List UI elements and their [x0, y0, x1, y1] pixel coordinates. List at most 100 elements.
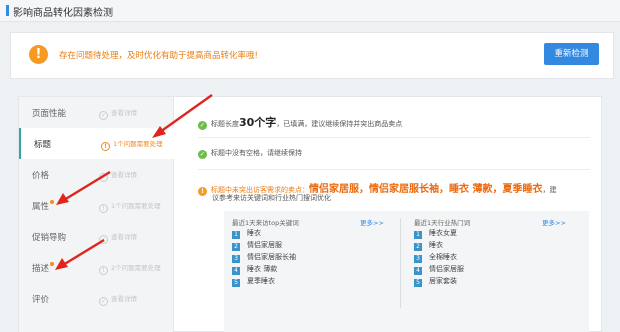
status-text: 查看详情	[111, 233, 137, 241]
sidebar-item-status[interactable]: ! 2个问题需要处理	[99, 262, 161, 275]
divider	[198, 169, 590, 170]
page: 影响商品转化因素检测 ! 存在问题待处理，及时优化有助于提高商品转化率哦! 重新…	[0, 0, 620, 332]
check-title-length: ✓ 标题长度30个字，已填满，建议继续保持并突出商品卖点	[198, 114, 402, 130]
check-text: 标题长度	[211, 120, 239, 128]
keyword-reference-box: 最近1天来访top关键词 更多>> 1 睡衣 2 情侣家居服 3 情侣家居服长袖 4睡…	[224, 211, 589, 332]
rank-badge: 4	[232, 267, 240, 275]
alert-dot	[50, 262, 55, 266]
keyword-text: 睡衣女夏	[429, 229, 457, 237]
rank-badge: 4	[414, 267, 422, 275]
list-item: 2 睡衣	[414, 240, 564, 252]
status-text: 查看详情	[111, 295, 137, 303]
rank-badge: 3	[414, 255, 422, 263]
keyword-list: 1 睡衣 2 情侣家居服 3 情侣家居服长袖 4 睡衣 薄款 5 夏季睡衣	[232, 228, 382, 288]
industry-keywords-column: 最近1天行业热门词 更多>> 1 睡衣女夏 2 睡衣 3 全棉睡衣 4 情侣家居服 5居…	[406, 211, 578, 332]
sidebar-item-status[interactable]: ✓ 查看详情	[99, 107, 137, 120]
sidebar-item-status[interactable]: ! 1个问题需要处理	[99, 200, 161, 213]
warning-circle-icon: !	[99, 266, 108, 275]
sidebar-item-reviews[interactable]: 评价 ✓ 查看详情	[19, 283, 174, 314]
status-text: 1个问题需要处理	[111, 202, 161, 210]
warning-icon: !	[198, 187, 207, 196]
warning-circle-icon: !	[101, 142, 110, 151]
keyword-text: 睡衣	[429, 241, 443, 249]
keyword-text: 夏季睡衣	[247, 277, 275, 285]
title-check-content: ✓ 标题长度30个字，已填满，建议继续保持并突出商品卖点 ✓ 标题中没有空格，请继续…	[184, 97, 603, 332]
rank-badge: 5	[414, 279, 422, 287]
check-circle-icon: ✓	[99, 297, 108, 306]
check-circle-icon: ✓	[99, 173, 108, 182]
sidebar-item-label: 评价	[32, 295, 50, 305]
sidebar-item-status[interactable]: ✓ 查看详情	[99, 231, 137, 244]
label-text: 属性	[32, 202, 50, 212]
alert-dot	[50, 200, 55, 204]
status-text: 查看详情	[111, 171, 137, 179]
sidebar-item-page-performance[interactable]: 页面性能 ✓ 查看详情	[19, 97, 174, 128]
column-title: 最近1天来访top关键词	[232, 219, 299, 227]
check-keywords-note: 议参考来访关键词和行业热门搜词优化	[212, 194, 331, 202]
keyword-text: 情侣家居服长袖	[247, 253, 296, 261]
column-divider	[400, 218, 401, 308]
sidebar-item-status[interactable]: ! 1个问题需要处理	[101, 138, 163, 151]
list-item: 2 情侣家居服	[232, 240, 382, 252]
title-length-value: 30个字	[239, 116, 277, 129]
more-link[interactable]: 更多>>	[360, 217, 384, 227]
list-item: 4 情侣家居服	[414, 264, 564, 276]
label-text: 描述	[32, 264, 50, 274]
check-title-spaces: ✓ 标题中没有空格，请继续保持	[198, 148, 302, 159]
page-header: 影响商品转化因素检测	[0, 0, 620, 22]
keyword-text: 全棉睡衣	[429, 253, 457, 261]
keyword-list: 1 睡衣女夏 2 睡衣 3 全棉睡衣 4 情侣家居服 5 居家套装	[414, 228, 564, 288]
warning-icon: !	[29, 45, 48, 64]
missing-keywords: 情侣家居服，情侣家居服长袖，睡衣 薄款，夏季睡衣	[309, 184, 543, 195]
sidebar-item-label: 标题	[34, 140, 52, 150]
sidebar-item-promotion[interactable]: 促销导购 ✓ 查看详情	[19, 221, 174, 252]
list-item: 3 情侣家居服长袖	[232, 252, 382, 264]
list-item: 1 睡衣女夏	[414, 228, 564, 240]
list-item: 5 居家套装	[414, 276, 564, 288]
sidebar-item-title[interactable]: 标题 ! 1个问题需要处理	[19, 128, 175, 159]
more-link[interactable]: 更多>>	[542, 217, 566, 227]
ok-check-icon: ✓	[198, 121, 207, 130]
keyword-text: 居家套装	[429, 277, 457, 285]
keyword-text: 睡衣	[247, 229, 261, 237]
sidebar-item-attributes[interactable]: 属性 ! 1个问题需要处理	[19, 190, 174, 221]
rank-badge: 1	[232, 231, 240, 239]
alert-banner: ! 存在问题待处理，及时优化有助于提高商品转化率哦! 重新检测	[10, 32, 614, 79]
warning-circle-icon: !	[99, 204, 108, 213]
check-text: ，建	[542, 186, 557, 194]
list-item: 1 睡衣	[232, 228, 382, 240]
sidebar-item-label: 页面性能	[32, 109, 67, 119]
sidebar-item-label: 属性	[32, 200, 55, 212]
rank-badge: 5	[232, 279, 240, 287]
keyword-text: 情侣家居服	[429, 265, 464, 273]
rank-badge: 2	[232, 243, 240, 251]
list-item: 4 睡衣 薄款	[232, 264, 382, 276]
sidebar-item-label: 价格	[32, 171, 50, 181]
rank-badge: 1	[414, 231, 422, 239]
list-item: 5 夏季睡衣	[232, 276, 382, 288]
column-title: 最近1天行业热门词	[414, 219, 471, 227]
sidebar-item-description[interactable]: 描述 ! 2个问题需要处理	[19, 252, 174, 283]
page-title: 影响商品转化因素检测	[13, 8, 113, 19]
status-text: 2个问题需要处理	[111, 264, 161, 272]
sidebar-item-label: 促销导购	[32, 233, 67, 243]
check-text: 标题中没有空格，请继续保持	[211, 149, 302, 157]
status-text: 1个问题需要处理	[113, 140, 163, 148]
alert-text: 存在问题待处理，及时优化有助于提高商品转化率哦!	[59, 51, 258, 61]
keyword-text: 情侣家居服	[247, 241, 282, 249]
check-text: ，已填满，建议继续保持并突出商品卖点	[276, 120, 403, 128]
divider	[198, 137, 590, 138]
check-panel: 页面性能 ✓ 查看详情 标题 ! 1个问题需要处理 价格 ✓ 查看详情 属性 ! 1个问…	[18, 96, 602, 332]
keyword-text: 睡衣 薄款	[247, 265, 278, 273]
check-circle-icon: ✓	[99, 235, 108, 244]
sidebar-item-label: 描述	[32, 262, 55, 274]
visitor-keywords-column: 最近1天来访top关键词 更多>> 1 睡衣 2 情侣家居服 3 情侣家居服长袖 4睡…	[224, 211, 396, 332]
sidebar-item-price[interactable]: 价格 ✓ 查看详情	[19, 159, 174, 190]
ok-check-icon: ✓	[198, 150, 207, 159]
sidebar-item-status[interactable]: ✓ 查看详情	[99, 169, 137, 182]
recheck-button[interactable]: 重新检测	[544, 43, 599, 65]
sidebar: 页面性能 ✓ 查看详情 标题 ! 1个问题需要处理 价格 ✓ 查看详情 属性 ! 1个问…	[19, 97, 175, 332]
sidebar-item-status[interactable]: ✓ 查看详情	[99, 293, 137, 306]
check-circle-icon: ✓	[99, 111, 108, 120]
list-item: 3 全棉睡衣	[414, 252, 564, 264]
